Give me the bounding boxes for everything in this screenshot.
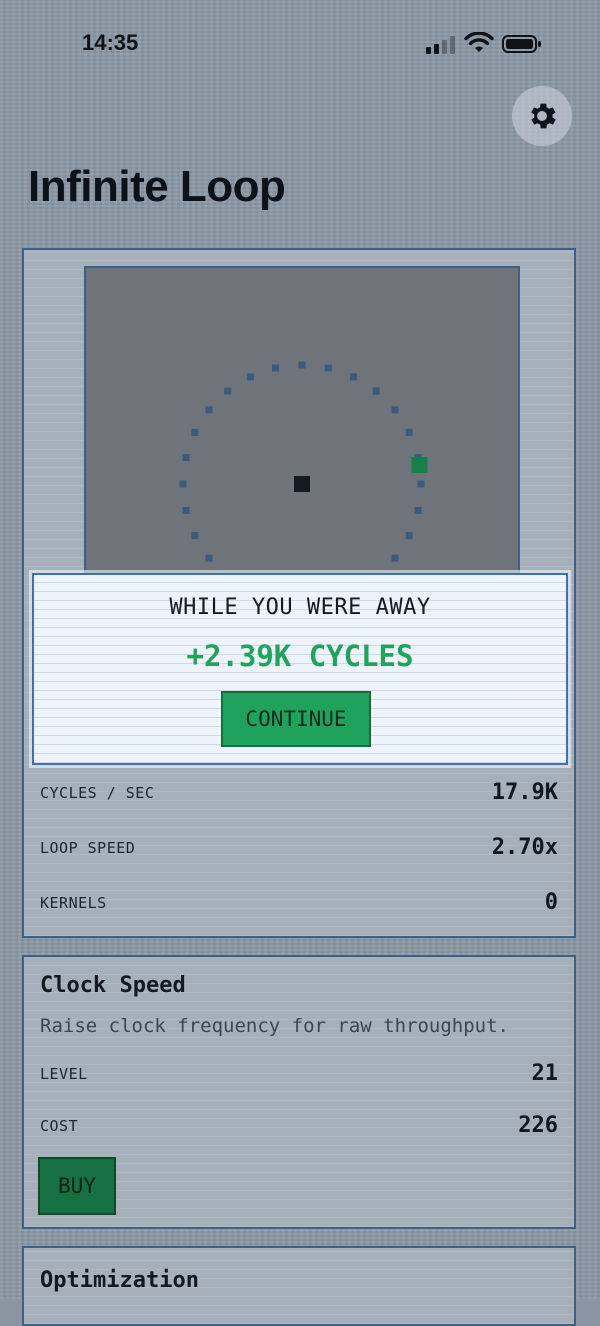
stat-value: 2.70x xyxy=(491,835,558,860)
status-time: 14:35 xyxy=(82,30,139,55)
status-bar: 14:35 xyxy=(0,0,600,80)
gear-icon xyxy=(531,103,556,129)
loop-dot xyxy=(179,480,187,488)
stat-value: 17.9K xyxy=(491,780,558,805)
loop-dot xyxy=(191,428,199,436)
loop-dot xyxy=(191,532,199,540)
loop-dot xyxy=(182,507,190,514)
loop-visualizer[interactable] xyxy=(84,266,520,596)
signal-icon xyxy=(426,36,456,54)
level-value: 21 xyxy=(531,1061,559,1086)
upgrade-description: Raise clock frequency for raw throughput… xyxy=(40,1015,509,1037)
settings-button[interactable] xyxy=(512,86,572,146)
upgrade-title: Clock Speed xyxy=(40,973,186,998)
buy-button[interactable]: BUY xyxy=(38,1157,116,1215)
cost-label: COST xyxy=(40,1116,79,1135)
wifi-icon xyxy=(464,32,494,52)
loop-dot xyxy=(224,387,232,395)
loop-dot xyxy=(414,507,422,514)
loop-dot xyxy=(405,428,413,436)
loop-dot xyxy=(182,454,190,461)
stat-label: LOOP SPEED xyxy=(40,838,136,857)
loop-dot xyxy=(391,554,399,562)
cost-value: 226 xyxy=(518,1113,558,1138)
modal-title: WHILE YOU WERE AWAY xyxy=(169,595,431,620)
loop-dot xyxy=(246,373,254,381)
upgrade-title: Optimization xyxy=(40,1268,199,1293)
battery-icon xyxy=(502,35,541,53)
loop-dot xyxy=(205,554,213,562)
loop-dot xyxy=(417,480,425,488)
upgrade-level-row: LEVEL 21 xyxy=(40,1061,558,1086)
page-title: Infinite Loop xyxy=(28,162,286,211)
continue-button[interactable]: CONTINUE xyxy=(221,691,371,747)
stat-label: KERNELS xyxy=(40,893,107,912)
modal-amount: +2.39K CYCLES xyxy=(186,639,414,673)
loop-dot xyxy=(372,387,380,395)
loop-dot xyxy=(405,532,413,540)
stat-value: 0 xyxy=(544,890,558,915)
stat-row-loop-speed: LOOP SPEED 2.70x xyxy=(40,835,558,860)
away-modal: WHILE YOU WERE AWAY +2.39K CYCLES CONTIN… xyxy=(32,573,568,765)
loop-dot xyxy=(325,364,332,372)
stat-row-kernels: KERNELS 0 xyxy=(40,890,558,915)
loop-core xyxy=(294,476,310,492)
level-label: LEVEL xyxy=(40,1064,88,1083)
upgrade-cost-row: COST 226 xyxy=(40,1113,558,1138)
loop-dot xyxy=(298,361,306,369)
loop-dot xyxy=(205,406,213,414)
loop-canvas xyxy=(179,361,428,594)
stat-label: CYCLES / SEC xyxy=(40,783,155,802)
upgrade-card-clock-speed: Clock Speed Raise clock frequency for ra… xyxy=(22,955,576,1229)
loop-dot xyxy=(350,373,358,381)
loop-runner xyxy=(411,457,428,473)
upgrade-card-optimization: Optimization xyxy=(22,1246,576,1326)
loop-dot xyxy=(272,364,279,372)
loop-dot xyxy=(391,406,399,414)
stat-row-cycles: CYCLES / SEC 17.9K xyxy=(40,780,558,805)
